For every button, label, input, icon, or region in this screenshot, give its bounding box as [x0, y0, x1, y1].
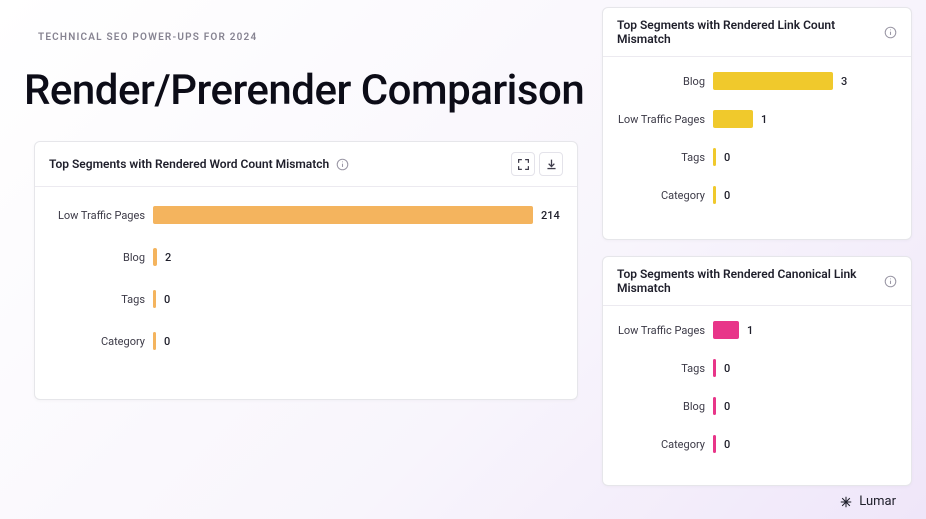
bar-fill [713, 186, 716, 204]
bar-value: 214 [541, 209, 560, 222]
panel-title: Top Segments with Rendered Link Count Mi… [617, 18, 878, 46]
table-row: Low Traffic Pages 214 [49, 205, 563, 225]
panel-header: Top Segments with Rendered Canonical Lin… [603, 257, 911, 306]
bar-track: 0 [153, 289, 563, 309]
panel-title: Top Segments with Rendered Word Count Mi… [49, 157, 329, 171]
bar-track: 2 [153, 247, 563, 267]
bar-label: Category [613, 438, 713, 451]
brand-icon [839, 495, 853, 509]
bar-value: 3 [841, 75, 847, 88]
bar-label: Blog [613, 75, 713, 88]
panel-title: Top Segments with Rendered Canonical Lin… [617, 267, 878, 295]
bar-label: Blog [49, 251, 153, 264]
table-row: Low Traffic Pages 1 [613, 109, 901, 129]
table-row: Category 0 [613, 434, 901, 454]
bar-track: 0 [713, 147, 901, 167]
bar-track: 0 [713, 434, 901, 454]
panel-body: Low Traffic Pages 214 Blog 2 Tags 0 Cate… [35, 187, 577, 367]
brand-text: Lumar [859, 494, 896, 509]
bar-fill [153, 332, 156, 350]
bar-track: 0 [153, 331, 563, 351]
bar-fill [713, 359, 716, 377]
info-icon[interactable] [884, 274, 897, 288]
word-count-panel: Top Segments with Rendered Word Count Mi… [34, 141, 578, 400]
bar-value: 2 [165, 251, 171, 264]
bar-track: 0 [713, 185, 901, 205]
bar-fill [713, 110, 753, 128]
panel-body: Low Traffic Pages 1 Tags 0 Blog 0 Catego… [603, 306, 911, 468]
bar-track: 3 [713, 71, 901, 91]
bar-track: 214 [153, 205, 563, 225]
table-row: Tags 0 [49, 289, 563, 309]
bar-fill [713, 321, 739, 339]
bar-track: 0 [713, 396, 901, 416]
panel-title-wrap: Top Segments with Rendered Link Count Mi… [617, 18, 897, 46]
bar-fill [153, 206, 533, 224]
bar-track: 1 [713, 109, 901, 129]
table-row: Blog 3 [613, 71, 901, 91]
bar-value: 0 [724, 362, 730, 375]
bar-fill [713, 435, 716, 453]
panel-header: Top Segments with Rendered Word Count Mi… [35, 142, 577, 187]
table-row: Blog 0 [613, 396, 901, 416]
bar-label: Low Traffic Pages [49, 209, 153, 222]
bar-value: 0 [164, 293, 170, 306]
bar-fill [153, 290, 156, 308]
bar-track: 0 [713, 358, 901, 378]
link-count-panel: Top Segments with Rendered Link Count Mi… [602, 7, 912, 240]
bar-value: 1 [761, 113, 767, 126]
info-icon[interactable] [884, 25, 897, 39]
bar-fill [713, 397, 716, 415]
panel-title-wrap: Top Segments with Rendered Canonical Lin… [617, 267, 897, 295]
table-row: Category 0 [613, 185, 901, 205]
panel-title-wrap: Top Segments with Rendered Word Count Mi… [49, 157, 349, 171]
eyebrow-text: TECHNICAL SEO POWER-UPS FOR 2024 [38, 32, 257, 43]
expand-button[interactable] [511, 152, 535, 176]
bar-fill [713, 72, 833, 90]
download-button[interactable] [539, 152, 563, 176]
bar-label: Tags [613, 362, 713, 375]
bar-value: 1 [747, 324, 753, 337]
table-row: Blog 2 [49, 247, 563, 267]
panel-header: Top Segments with Rendered Link Count Mi… [603, 8, 911, 57]
bar-track: 1 [713, 320, 901, 340]
bar-label: Tags [49, 293, 153, 306]
table-row: Category 0 [49, 331, 563, 351]
bar-label: Low Traffic Pages [613, 324, 713, 337]
bar-label: Tags [613, 151, 713, 164]
bar-fill [153, 248, 157, 266]
panel-body: Blog 3 Low Traffic Pages 1 Tags 0 Catego… [603, 57, 911, 219]
brand-logo: Lumar [839, 494, 896, 509]
bar-value: 0 [724, 438, 730, 451]
bar-label: Category [613, 189, 713, 202]
bar-label: Low Traffic Pages [613, 113, 713, 126]
bar-label: Category [49, 335, 153, 348]
bar-value: 0 [164, 335, 170, 348]
table-row: Low Traffic Pages 1 [613, 320, 901, 340]
bar-fill [713, 148, 716, 166]
bar-value: 0 [724, 151, 730, 164]
bar-value: 0 [724, 189, 730, 202]
table-row: Tags 0 [613, 358, 901, 378]
bar-value: 0 [724, 400, 730, 413]
bar-label: Blog [613, 400, 713, 413]
page-title: Render/Prerender Comparison [24, 66, 584, 115]
table-row: Tags 0 [613, 147, 901, 167]
panel-actions [511, 152, 563, 176]
canonical-panel: Top Segments with Rendered Canonical Lin… [602, 256, 912, 486]
info-icon[interactable] [335, 157, 349, 171]
